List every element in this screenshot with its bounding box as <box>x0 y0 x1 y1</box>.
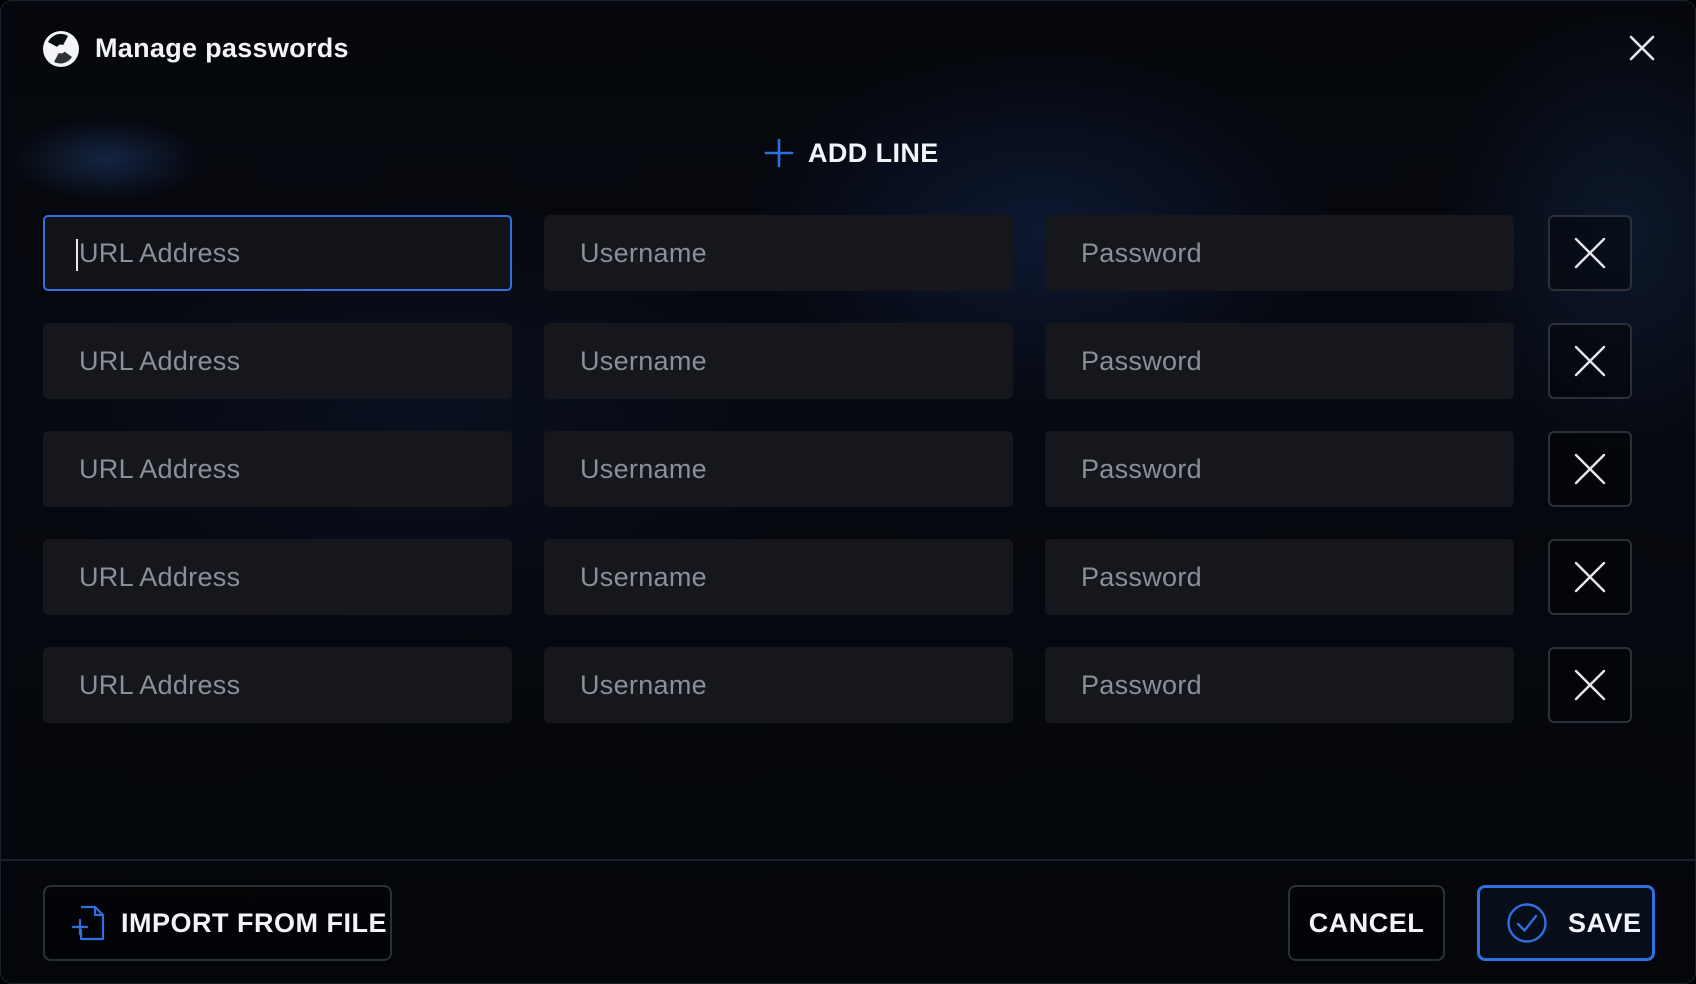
url-field[interactable] <box>43 323 512 399</box>
password-input[interactable] <box>1047 325 1512 397</box>
manage-passwords-dialog: Manage passwords ADD LINE URL Address Us… <box>0 0 1696 984</box>
url-input[interactable] <box>45 325 510 397</box>
save-label: SAVE <box>1568 907 1642 938</box>
password-input[interactable] <box>1047 433 1512 505</box>
url-input[interactable] <box>45 217 510 289</box>
file-import-icon <box>71 905 105 941</box>
password-field[interactable] <box>1045 215 1514 291</box>
remove-row-button[interactable] <box>1548 215 1632 291</box>
cancel-label: CANCEL <box>1308 907 1425 938</box>
x-icon <box>1574 237 1606 269</box>
save-button[interactable]: SAVE <box>1477 885 1655 961</box>
import-from-file-label: IMPORT FROM FILE <box>121 907 387 938</box>
import-from-file-button[interactable]: IMPORT FROM FILE <box>43 885 392 961</box>
url-field[interactable] <box>43 647 512 723</box>
footer-divider <box>1 859 1695 861</box>
username-field[interactable] <box>544 215 1013 291</box>
password-field[interactable] <box>1045 431 1514 507</box>
add-line-button[interactable]: ADD LINE <box>764 133 939 173</box>
url-input[interactable] <box>45 649 510 721</box>
url-field[interactable] <box>43 431 512 507</box>
remove-row-button[interactable] <box>1548 323 1632 399</box>
x-icon <box>1574 453 1606 485</box>
password-field[interactable] <box>1045 323 1514 399</box>
plus-icon <box>764 138 794 168</box>
password-input[interactable] <box>1047 217 1512 289</box>
username-input[interactable] <box>546 541 1011 613</box>
url-input[interactable] <box>45 433 510 505</box>
cancel-button[interactable]: CANCEL <box>1288 885 1445 961</box>
url-field[interactable] <box>43 215 512 291</box>
text-caret <box>76 239 78 271</box>
url-field[interactable] <box>43 539 512 615</box>
app-logo-icon <box>43 31 79 67</box>
credential-row <box>43 431 1633 507</box>
x-icon <box>1574 669 1606 701</box>
close-icon[interactable] <box>1623 29 1661 67</box>
password-field[interactable] <box>1045 539 1514 615</box>
dialog-header: Manage passwords <box>1 1 1695 95</box>
username-field[interactable] <box>544 647 1013 723</box>
credential-row <box>43 215 1633 291</box>
username-input[interactable] <box>546 325 1011 397</box>
check-circle-icon <box>1507 903 1547 943</box>
x-icon <box>1574 561 1606 593</box>
remove-row-button[interactable] <box>1548 431 1632 507</box>
username-input[interactable] <box>546 649 1011 721</box>
username-field[interactable] <box>544 431 1013 507</box>
credential-row <box>43 323 1633 399</box>
password-input[interactable] <box>1047 541 1512 613</box>
credential-row <box>43 539 1633 615</box>
username-input[interactable] <box>546 433 1011 505</box>
add-line-label: ADD LINE <box>808 137 939 168</box>
remove-row-button[interactable] <box>1548 647 1632 723</box>
password-input[interactable] <box>1047 649 1512 721</box>
url-input[interactable] <box>45 541 510 613</box>
username-field[interactable] <box>544 539 1013 615</box>
password-field[interactable] <box>1045 647 1514 723</box>
username-field[interactable] <box>544 323 1013 399</box>
remove-row-button[interactable] <box>1548 539 1632 615</box>
username-input[interactable] <box>546 217 1011 289</box>
x-icon <box>1574 345 1606 377</box>
credential-row <box>43 647 1633 723</box>
dialog-title: Manage passwords <box>95 33 349 63</box>
